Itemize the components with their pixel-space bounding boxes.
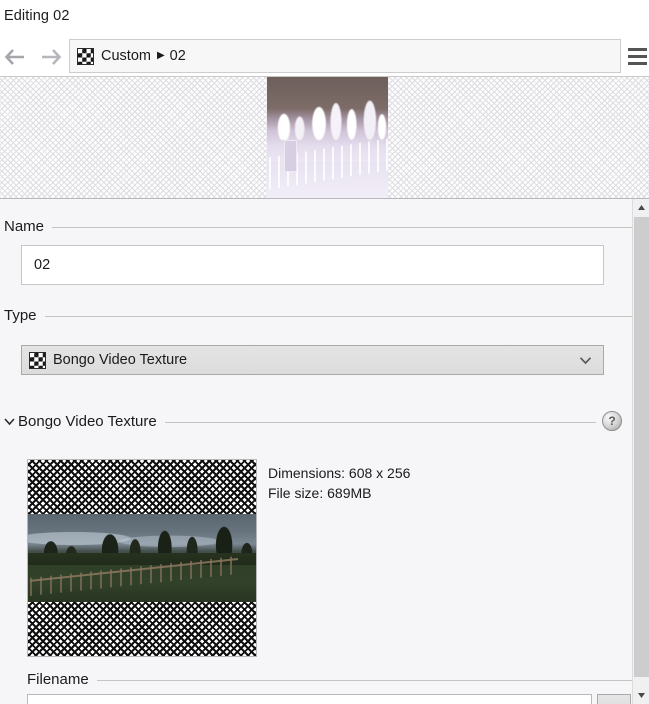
section-label-name: Name [4, 217, 45, 235]
video-texture-thumbnail [27, 459, 257, 657]
arrow-right-icon [42, 49, 62, 65]
preview-gatepost [283, 140, 298, 173]
landscape-photo [28, 513, 256, 603]
filename-row: ... [27, 694, 632, 704]
scrollbar-thumb[interactable] [634, 217, 649, 677]
section-header-name: Name [0, 216, 632, 236]
checkerboard-texture-icon [29, 351, 46, 369]
forward-button[interactable] [38, 44, 64, 70]
preview-treeline [267, 98, 388, 141]
name-input[interactable] [21, 245, 604, 285]
vertical-scrollbar[interactable] [632, 199, 649, 704]
scroll-down-arrow-icon[interactable] [633, 687, 649, 704]
back-button[interactable] [2, 44, 28, 70]
navigation-bar: Custom ▶ 02 [0, 36, 649, 77]
type-dropdown-value: Bongo Video Texture [53, 352, 188, 368]
filesize-label: File size: 689MB [268, 485, 372, 501]
texture-metadata: Dimensions: 608 x 256 File size: 689MB [268, 463, 568, 503]
breadcrumb-item-custom[interactable]: Custom [101, 48, 151, 64]
texture-preview-strip [0, 77, 649, 199]
menu-bar-1 [628, 47, 647, 51]
section-header-filename: Filename [0, 669, 632, 689]
section-rule [96, 679, 632, 681]
chevron-down-icon [579, 356, 592, 365]
window-title: Editing 02 [4, 8, 70, 24]
dimensions-label: Dimensions: 608 x 256 [268, 465, 411, 481]
menu-bar-3 [628, 61, 647, 65]
checkerboard-texture-icon [77, 47, 94, 65]
hamburger-menu-icon[interactable] [628, 42, 647, 70]
menu-bar-2 [628, 54, 647, 58]
filename-input[interactable] [27, 694, 592, 704]
type-dropdown[interactable]: Bongo Video Texture [21, 345, 604, 375]
texture-preview-thumbnail [267, 77, 388, 198]
breadcrumb-item-02[interactable]: 02 [170, 48, 186, 64]
texture-editor-window: Editing 02 Custom ▶ 02 Name 02 Type Bong… [0, 0, 649, 704]
section-label-bongo-video-texture: Bongo Video Texture [18, 412, 157, 430]
chevron-down-icon[interactable] [0, 417, 18, 426]
section-label-filename: Filename [27, 670, 89, 688]
preview-scene-image [267, 77, 388, 198]
section-header-type: Type [0, 305, 632, 325]
breadcrumb-separator-icon: ▶ [156, 50, 165, 61]
section-label-type: Type [4, 306, 37, 324]
browse-file-button[interactable]: ... [597, 694, 631, 704]
properties-panel: Name Type Bongo Video Texture [0, 199, 632, 704]
section-rule [52, 226, 632, 228]
scroll-up-arrow-icon[interactable] [633, 199, 649, 216]
section-rule [44, 315, 632, 317]
thumbnail-frame-image [28, 513, 256, 603]
help-question-icon[interactable]: ? [602, 411, 622, 431]
window-titlebar: Editing 02 [0, 0, 649, 36]
arrow-left-icon [4, 49, 24, 65]
section-header-bongo-video-texture[interactable]: Bongo Video Texture ? [0, 411, 632, 431]
section-rule [164, 421, 596, 423]
breadcrumb[interactable]: Custom ▶ 02 [69, 39, 621, 73]
